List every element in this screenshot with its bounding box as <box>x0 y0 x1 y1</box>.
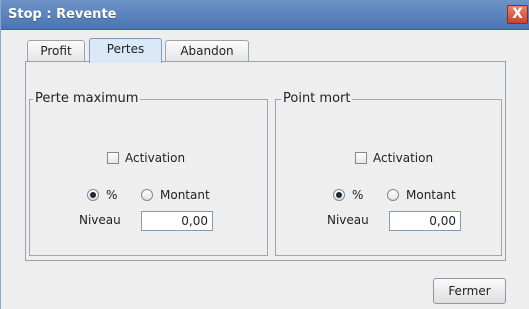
group-title-point-mort: Point mort <box>281 91 353 106</box>
radio-percent-point-mort[interactable]: % <box>333 187 363 203</box>
radio-percent-perte-maximum[interactable]: % <box>87 187 117 203</box>
tab-profit[interactable]: Profit <box>27 40 85 62</box>
title-bar[interactable]: Stop : Revente X <box>1 0 529 30</box>
radio-percent-label: % <box>352 188 364 202</box>
radio-percent-label: % <box>106 188 118 202</box>
radio-amount-label: Montant <box>406 188 456 202</box>
fermer-button[interactable]: Fermer <box>433 278 506 304</box>
activation-checkbox-point-mort[interactable] <box>355 152 367 164</box>
group-title-perte-maximum: Perte maximum <box>33 91 141 106</box>
radio-button-icon[interactable] <box>141 189 153 201</box>
activation-label: Activation <box>125 151 186 165</box>
niveau-input-perte-maximum[interactable]: 0,00 <box>141 211 213 231</box>
dialog-window: Stop : Revente X Profit Pertes Abandon P… <box>0 0 529 309</box>
niveau-label-point-mort: Niveau <box>327 213 369 227</box>
radio-amount-point-mort[interactable]: Montant <box>387 187 456 203</box>
activation-row-point-mort[interactable]: Activation <box>355 150 433 166</box>
tab-abandon[interactable]: Abandon <box>165 40 249 62</box>
group-perte-maximum <box>29 99 268 256</box>
window-title: Stop : Revente <box>8 7 117 22</box>
radio-button-icon[interactable] <box>87 189 99 201</box>
radio-amount-label: Montant <box>160 188 210 202</box>
radio-button-icon[interactable] <box>387 189 399 201</box>
radio-amount-perte-maximum[interactable]: Montant <box>141 187 210 203</box>
activation-label: Activation <box>373 151 434 165</box>
activation-row-perte-maximum[interactable]: Activation <box>107 150 185 166</box>
radio-button-icon[interactable] <box>333 189 345 201</box>
group-point-mort <box>275 99 502 256</box>
tab-pertes[interactable]: Pertes <box>89 38 162 63</box>
niveau-input-point-mort[interactable]: 0,00 <box>389 211 461 231</box>
niveau-label-perte-maximum: Niveau <box>79 213 121 227</box>
activation-checkbox-perte-maximum[interactable] <box>107 152 119 164</box>
close-icon[interactable]: X <box>507 5 528 24</box>
